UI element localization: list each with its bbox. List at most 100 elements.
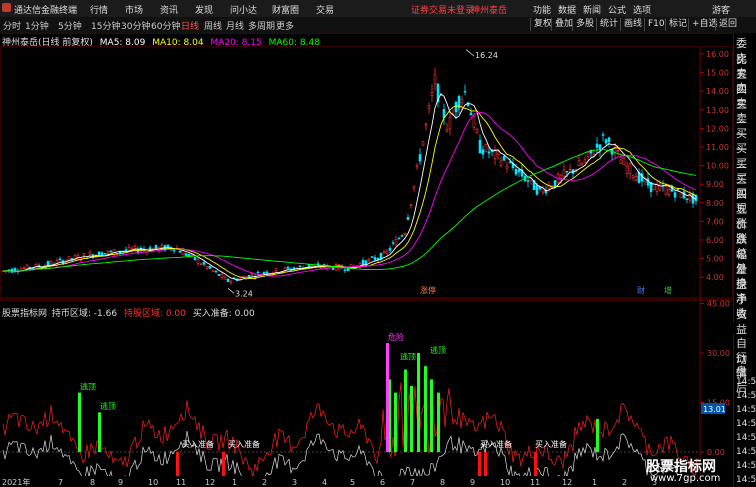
menu-function[interactable]: 功能: [533, 3, 551, 16]
candle-body: [694, 194, 698, 201]
date-label: 9: [470, 478, 475, 487]
period-tab-15min[interactable]: 15分钟: [91, 19, 120, 32]
event-tag: 财: [637, 285, 645, 295]
menu-formula[interactable]: 公式: [608, 3, 626, 16]
date-label: 8: [440, 478, 445, 487]
price-markers: 16.24 3.24 涨停 财 增: [227, 49, 672, 298]
candle-body: [445, 129, 449, 132]
price-tick-label: 15.00: [706, 69, 729, 78]
high-pointer: [465, 49, 475, 57]
tick-time: 14:50: [736, 475, 756, 485]
indicator-line-white: [2, 431, 688, 476]
btn-statistics[interactable]: 统计: [596, 18, 621, 31]
candle-body: [250, 274, 254, 277]
low-price-label: 3.24: [235, 289, 253, 298]
escape-label: 逃顶: [100, 401, 116, 411]
period-tab-5min[interactable]: 5分钟: [58, 19, 82, 32]
candle-body: [73, 255, 77, 259]
candle-body: [298, 265, 302, 267]
candle-body: [154, 244, 158, 249]
tick-sidebar: 自动行情盘后14:5014:5014:5014:5014:5014:5014:5…: [733, 334, 756, 487]
candle-body: [472, 115, 476, 128]
period-tab-timeshare[interactable]: 分时: [3, 19, 21, 32]
price-tick-label: 14.00: [706, 87, 729, 96]
current-stock-name: 神州泰岳: [471, 6, 508, 16]
period-tab-1min[interactable]: 1分钟: [25, 19, 49, 32]
date-label: 1: [232, 478, 237, 487]
candle-body: [262, 271, 266, 274]
period-tab-daily[interactable]: 日线: [181, 19, 199, 32]
date-label: 12: [562, 478, 572, 487]
candle-body: [481, 149, 485, 155]
menu-quotes[interactable]: 行情: [90, 3, 108, 16]
current-value-label: 13.01: [703, 405, 726, 414]
menu-news[interactable]: 资讯: [160, 3, 178, 16]
menu-ask[interactable]: 问小达: [230, 3, 257, 16]
price-tick-label: 7.00: [706, 217, 724, 226]
candle-body: [256, 271, 260, 274]
period-tab-30min[interactable]: 30分钟: [121, 19, 150, 32]
period-tab-monthly[interactable]: 月线: [226, 19, 244, 32]
candle-body: [418, 154, 422, 162]
btn-draw[interactable]: 画线: [620, 18, 645, 31]
candle-body: [229, 280, 233, 283]
period-tab-more[interactable]: 更多: [276, 19, 294, 32]
candle-body: [193, 257, 197, 261]
candle-body: [619, 159, 623, 164]
candle-body: [478, 139, 482, 154]
period-tab-multi[interactable]: 多周期: [248, 19, 275, 32]
escape-bar: [424, 366, 427, 452]
date-label: 1: [592, 478, 597, 487]
menu-data[interactable]: 数据: [558, 3, 576, 16]
kline-chart[interactable]: 16.00 15.00 14.00 13.00 12.00 11.00 10.00 9.00 8…: [0, 46, 733, 476]
escape-label: 逃顶: [80, 381, 96, 391]
main-chart-frame: [0, 46, 733, 299]
date-label: 3: [292, 478, 297, 487]
menu-discover[interactable]: 发现: [195, 3, 213, 16]
candle-body: [652, 183, 656, 191]
bottom-bar: [478, 452, 481, 476]
menu-trade[interactable]: 交易: [316, 3, 334, 16]
date-label: 10: [500, 478, 510, 487]
candle-body: [430, 91, 434, 96]
candle-body: [373, 257, 377, 261]
candle-body: [103, 253, 107, 255]
btn-mark[interactable]: 标记: [665, 18, 690, 31]
price-tick-label: 10.00: [706, 162, 729, 171]
candle-body: [685, 198, 689, 200]
candle-body: [679, 192, 683, 199]
tick-time: 14:50: [736, 447, 756, 457]
candle-body: [385, 250, 389, 254]
trading-terminal: 通达信金融终端 行情 市场 资讯 发现 问小达 财富圈 交易 证券交易未登录 神…: [0, 0, 756, 487]
price-tick-label: 6.00: [706, 236, 724, 245]
buy-prep-label: 买入准备: [480, 439, 512, 449]
candle-body: [217, 274, 221, 276]
candle-body: [370, 256, 374, 258]
date-label: 2: [262, 478, 267, 487]
candle-body: [496, 150, 500, 155]
period-tab-60min[interactable]: 60分钟: [151, 19, 180, 32]
date-label: 2: [622, 478, 627, 487]
menu-newsfeed[interactable]: 新闻: [583, 3, 601, 16]
date-label: 11: [530, 478, 540, 487]
event-tag: 涨停: [420, 285, 436, 295]
candle-body: [427, 105, 431, 109]
candle-body: [526, 180, 530, 182]
candle-body: [577, 160, 581, 167]
candle-body: [625, 165, 629, 174]
candle-body: [448, 116, 452, 130]
login-status[interactable]: 证券交易未登录: [411, 3, 474, 16]
period-tab-weekly[interactable]: 周线: [204, 19, 222, 32]
escape-bar: [430, 379, 433, 452]
menu-market[interactable]: 市场: [125, 3, 143, 16]
date-label: 4: [322, 478, 327, 487]
candle-body: [196, 259, 200, 264]
candle-body: [109, 250, 113, 253]
btn-multi-stock[interactable]: 多股: [572, 18, 597, 31]
candle-body: [412, 185, 416, 189]
menu-fortune[interactable]: 财富圈: [272, 3, 299, 16]
btn-back[interactable]: 返回: [715, 18, 740, 31]
candle-body: [484, 144, 488, 152]
menu-options[interactable]: 选项: [633, 3, 651, 16]
user-label[interactable]: 游客: [712, 3, 730, 16]
